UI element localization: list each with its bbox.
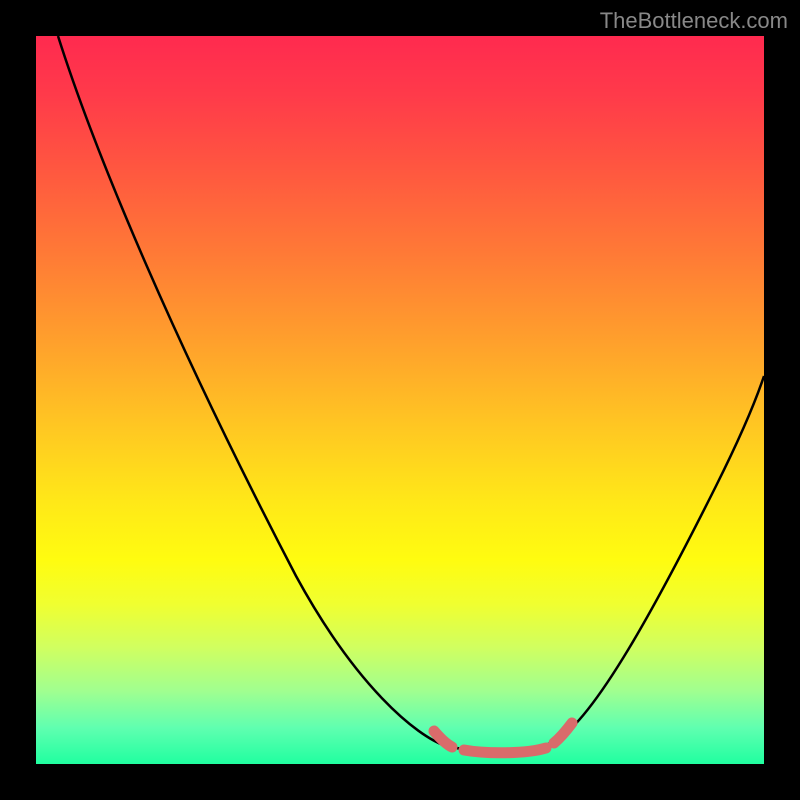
bottleneck-curve [36,36,764,764]
watermark-text: TheBottleneck.com [600,8,788,34]
highlight-left [434,731,452,747]
curve-right-branch [556,376,764,741]
highlight-middle [464,748,546,753]
chart-container: TheBottleneck.com [0,0,800,800]
highlight-right [554,723,572,743]
curve-left-branch [58,36,446,746]
